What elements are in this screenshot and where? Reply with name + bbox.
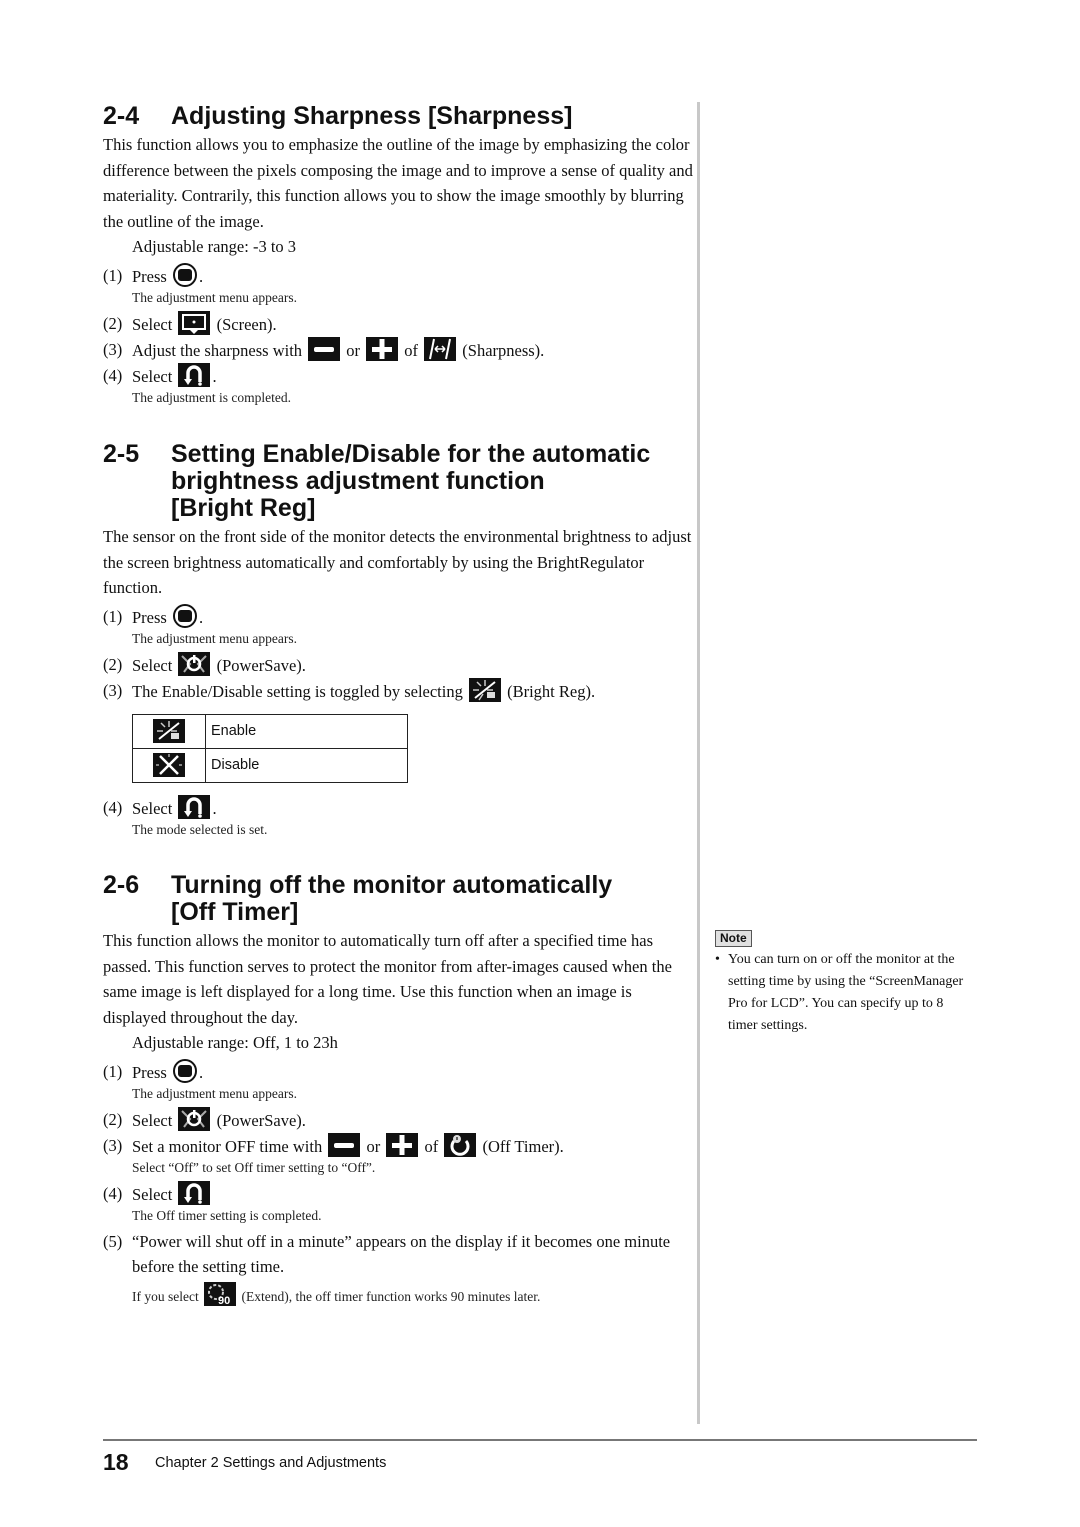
sharpness-icon — [424, 336, 457, 361]
bright-reg-disable-icon — [153, 753, 185, 777]
step: (4) Select . — [103, 794, 693, 821]
option-label: Disable — [205, 747, 408, 783]
step-note: The adjustment menu appears. — [132, 289, 297, 305]
extend-icon: 90 — [204, 1281, 237, 1306]
screen-icon — [178, 310, 211, 335]
step: (1) Press . — [103, 1058, 693, 1085]
minus-icon — [308, 336, 341, 361]
return-icon — [178, 362, 211, 387]
section-sharpness: 2-4 Adjusting Sharpness [Sharpness] This … — [103, 103, 693, 411]
section-title: Setting Enable/Disable for the automatic — [171, 440, 651, 468]
note-box: Note • You can turn on or off the monitor… — [715, 929, 975, 1037]
menu-button-icon — [172, 603, 197, 628]
column-divider — [697, 102, 700, 1424]
step: (3) Adjust the sharpness with or of (Shar… — [103, 336, 693, 363]
step: (2) Select (PowerSave). — [103, 1106, 693, 1133]
note-text: • You can turn on or off the monitor at t… — [715, 952, 964, 1033]
powersave-icon — [178, 1106, 211, 1131]
step: (4) Select — [103, 1180, 693, 1207]
powersave-icon — [178, 651, 211, 676]
section-number: 2-6 — [103, 871, 140, 899]
section-title: Turning off the monitor automatically — [171, 871, 613, 899]
step: (5) “Power will shut off in a minute” app… — [103, 1231, 671, 1276]
step: (3) Set a monitor OFF time with or of (Of… — [103, 1132, 693, 1159]
section-body: The sensor on the front side of the moni… — [103, 527, 692, 597]
section-body: This function allows you to emphasize th… — [103, 135, 693, 231]
svg-text:90: 90 — [218, 1295, 230, 1306]
step-note: The Off timer setting is completed. — [132, 1207, 322, 1223]
off-timer-icon — [444, 1132, 477, 1157]
table-row: Enable — [132, 713, 408, 749]
chapter-title: Chapter 2 Settings and Adjustments — [155, 1455, 387, 1471]
bright-reg-enable-icon — [153, 719, 185, 743]
step: (2) Select (PowerSave). — [103, 651, 693, 678]
step-note: If you select 90 (Extend), the off timer… — [103, 1281, 693, 1306]
adjustable-range: Adjustable range: -3 to 3 — [132, 237, 297, 256]
plus-icon — [366, 336, 399, 361]
section-title: Adjusting Sharpness [Sharpness] — [171, 102, 573, 130]
adjustable-range: Adjustable range: Off, 1 to 23h — [132, 1033, 338, 1052]
step: (2) Select (Screen). — [103, 310, 693, 337]
return-icon — [178, 1180, 211, 1205]
page-number: 18 — [103, 1449, 129, 1475]
step: (1) Press . — [103, 603, 693, 630]
step-note: The adjustment menu appears. — [132, 630, 297, 646]
bright-reg-options-table: Enable Disable — [132, 713, 408, 783]
table-row: Disable — [132, 747, 408, 783]
section-off-timer: 2-6 Turning off the monitor automatically… — [103, 872, 693, 1310]
minus-icon — [328, 1132, 361, 1157]
step: (3) The Enable/Disable setting is toggled… — [103, 677, 693, 704]
option-label: Enable — [205, 713, 408, 749]
section-body: This function allows the monitor to auto… — [103, 931, 672, 1027]
note-tag: Note — [715, 930, 752, 947]
step-note: The adjustment is completed. — [132, 389, 291, 405]
section-heading: 2-6 Turning off the monitor automatically… — [103, 871, 613, 926]
step-note: Select “Off” to set Off timer setting to… — [132, 1159, 376, 1175]
step: (4) Select . — [103, 362, 693, 389]
section-heading: 2-5 Setting Enable/Disable for the automa… — [103, 440, 651, 522]
footer-divider — [103, 1439, 977, 1441]
return-icon — [178, 794, 211, 819]
bright-reg-icon — [468, 677, 501, 702]
step-note: The adjustment menu appears. — [132, 1085, 297, 1101]
menu-button-icon — [172, 262, 197, 287]
section-number: 2-5 — [103, 440, 140, 468]
step-note: The mode selected is set. — [132, 821, 268, 837]
section-heading: 2-4 Adjusting Sharpness [Sharpness] — [103, 103, 693, 130]
menu-button-icon — [172, 1058, 197, 1083]
step: (1) Press . — [103, 262, 693, 289]
section-number: 2-4 — [103, 102, 140, 130]
plus-icon — [386, 1132, 419, 1157]
section-bright-reg: 2-5 Setting Enable/Disable for the automa… — [103, 441, 693, 843]
